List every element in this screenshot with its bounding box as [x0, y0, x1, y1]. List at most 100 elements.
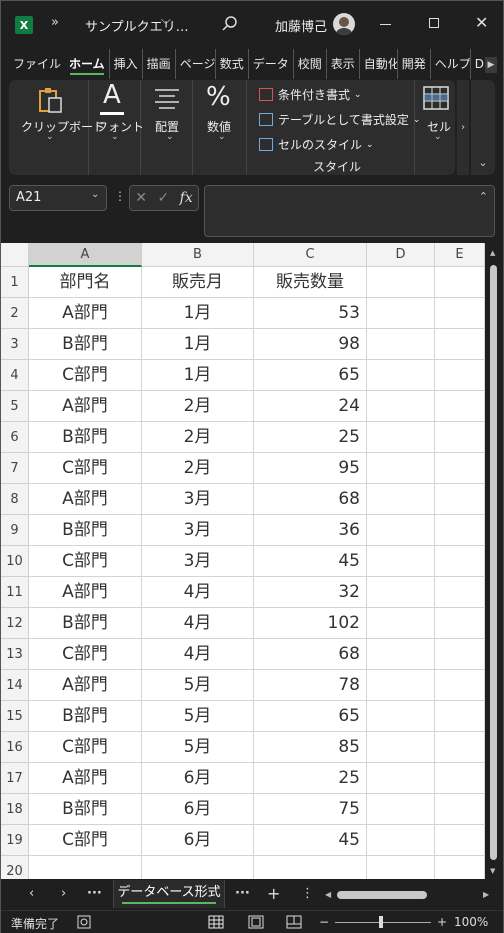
ribbon-scroll-right-icon[interactable]: ›	[457, 80, 469, 175]
cell-a11[interactable]: A部門	[29, 577, 142, 608]
cell-d5[interactable]	[367, 391, 435, 422]
cell-b12[interactable]: 4月	[142, 608, 254, 639]
normal-view-icon[interactable]	[208, 915, 224, 929]
cell-e3[interactable]	[435, 329, 485, 360]
horizontal-scroll-thumb[interactable]	[337, 891, 427, 899]
cell-e7[interactable]	[435, 453, 485, 484]
cell-e5[interactable]	[435, 391, 485, 422]
cell-c14[interactable]: 78	[254, 670, 367, 701]
enter-icon[interactable]: ✓	[157, 190, 169, 206]
cell-d14[interactable]	[367, 670, 435, 701]
formula-bar-options-icon[interactable]: ⋮	[114, 189, 126, 203]
sheet-next-button[interactable]: ›	[61, 886, 66, 901]
cell-a5[interactable]: A部門	[29, 391, 142, 422]
zoom-level[interactable]: 100%	[454, 915, 488, 929]
cell-c13[interactable]: 68	[254, 639, 367, 670]
cell-c11[interactable]: 32	[254, 577, 367, 608]
cell-styles-button[interactable]: セルのスタイル ⌄	[259, 136, 374, 153]
cell-a20[interactable]	[29, 856, 142, 879]
cell-d16[interactable]	[367, 732, 435, 763]
row-header[interactable]: 6	[1, 422, 29, 453]
scroll-up-icon[interactable]: ▲	[490, 249, 495, 257]
cell-d6[interactable]	[367, 422, 435, 453]
zoom-out-button[interactable]: −	[319, 915, 329, 929]
cell-c19[interactable]: 45	[254, 825, 367, 856]
column-header-e[interactable]: E	[435, 243, 485, 267]
cell-c9[interactable]: 36	[254, 515, 367, 546]
document-title[interactable]: サンプルクエリ…	[85, 16, 189, 35]
cell-c15[interactable]: 65	[254, 701, 367, 732]
row-header[interactable]: 18	[1, 794, 29, 825]
conditional-format-button[interactable]: 条件付き書式 ⌄	[259, 86, 362, 103]
cell-b15[interactable]: 5月	[142, 701, 254, 732]
cancel-icon[interactable]: ✕	[135, 190, 147, 206]
row-header[interactable]: 10	[1, 546, 29, 577]
cell-d2[interactable]	[367, 298, 435, 329]
scroll-down-icon[interactable]: ▼	[490, 867, 495, 875]
cell-d15[interactable]	[367, 701, 435, 732]
cell-d19[interactable]	[367, 825, 435, 856]
cell-e20[interactable]	[435, 856, 485, 879]
row-header[interactable]: 15	[1, 701, 29, 732]
cell-a8[interactable]: A部門	[29, 484, 142, 515]
cell-e10[interactable]	[435, 546, 485, 577]
cell-e15[interactable]	[435, 701, 485, 732]
cell-b8[interactable]: 3月	[142, 484, 254, 515]
alignment-group[interactable]: 配置 ⌄	[141, 80, 193, 175]
horizontal-scrollbar[interactable]: ◀ ▶	[323, 888, 495, 902]
column-header-a[interactable]: A	[29, 243, 142, 267]
row-header[interactable]: 1	[1, 267, 29, 298]
row-header[interactable]: 11	[1, 577, 29, 608]
cell-a19[interactable]: C部門	[29, 825, 142, 856]
number-group[interactable]: % 数値 ⌄	[193, 80, 247, 175]
cell-c4[interactable]: 65	[254, 360, 367, 391]
cell-e14[interactable]	[435, 670, 485, 701]
cell-e2[interactable]	[435, 298, 485, 329]
tab-home[interactable]: ホーム	[65, 49, 110, 79]
cell-b6[interactable]: 2月	[142, 422, 254, 453]
tab-draw[interactable]: 描画	[143, 49, 176, 79]
cell-b20[interactable]	[142, 856, 254, 879]
cell-a17[interactable]: A部門	[29, 763, 142, 794]
worksheet-grid[interactable]: A B C D E 1 部門名 販売月 販売数量 2 A部門 1月 53 3 B部門 1月 9…	[1, 243, 503, 879]
ribbon-collapse-button[interactable]: ⌄	[471, 80, 495, 175]
cell-a12[interactable]: B部門	[29, 608, 142, 639]
cell-b14[interactable]: 5月	[142, 670, 254, 701]
page-layout-view-icon[interactable]	[248, 915, 264, 929]
close-button[interactable]: ✕	[475, 13, 488, 32]
cell-a13[interactable]: C部門	[29, 639, 142, 670]
cell-c12[interactable]: 102	[254, 608, 367, 639]
cell-d3[interactable]	[367, 329, 435, 360]
row-header[interactable]: 12	[1, 608, 29, 639]
row-header[interactable]: 16	[1, 732, 29, 763]
tab-developer[interactable]: 開発	[398, 49, 431, 79]
formula-expand-icon[interactable]: ⌃	[479, 190, 488, 203]
name-box-chevron-icon[interactable]: ⌄	[91, 189, 99, 200]
cell-b9[interactable]: 3月	[142, 515, 254, 546]
tab-review[interactable]: 校閲	[294, 49, 327, 79]
page-break-view-icon[interactable]	[286, 915, 302, 929]
formula-input[interactable]: ⌃	[204, 185, 495, 237]
cell-a16[interactable]: C部門	[29, 732, 142, 763]
cell-a4[interactable]: C部門	[29, 360, 142, 391]
cell-a7[interactable]: C部門	[29, 453, 142, 484]
cell-e17[interactable]	[435, 763, 485, 794]
cell-b13[interactable]: 4月	[142, 639, 254, 670]
tabs-scroll-right-icon[interactable]: ▶	[485, 57, 497, 73]
cell-d13[interactable]	[367, 639, 435, 670]
cell-c1[interactable]: 販売数量	[254, 267, 367, 298]
sheet-more-right-button[interactable]: ···	[235, 886, 250, 901]
cell-b18[interactable]: 6月	[142, 794, 254, 825]
zoom-slider-thumb[interactable]	[379, 916, 383, 928]
cell-b10[interactable]: 3月	[142, 546, 254, 577]
cell-c18[interactable]: 75	[254, 794, 367, 825]
cell-b2[interactable]: 1月	[142, 298, 254, 329]
cell-a2[interactable]: A部門	[29, 298, 142, 329]
tab-automate[interactable]: 自動化	[360, 49, 398, 79]
cell-c3[interactable]: 98	[254, 329, 367, 360]
cell-d18[interactable]	[367, 794, 435, 825]
cell-a3[interactable]: B部門	[29, 329, 142, 360]
cell-d7[interactable]	[367, 453, 435, 484]
minimize-button[interactable]	[380, 24, 391, 25]
row-header[interactable]: 9	[1, 515, 29, 546]
